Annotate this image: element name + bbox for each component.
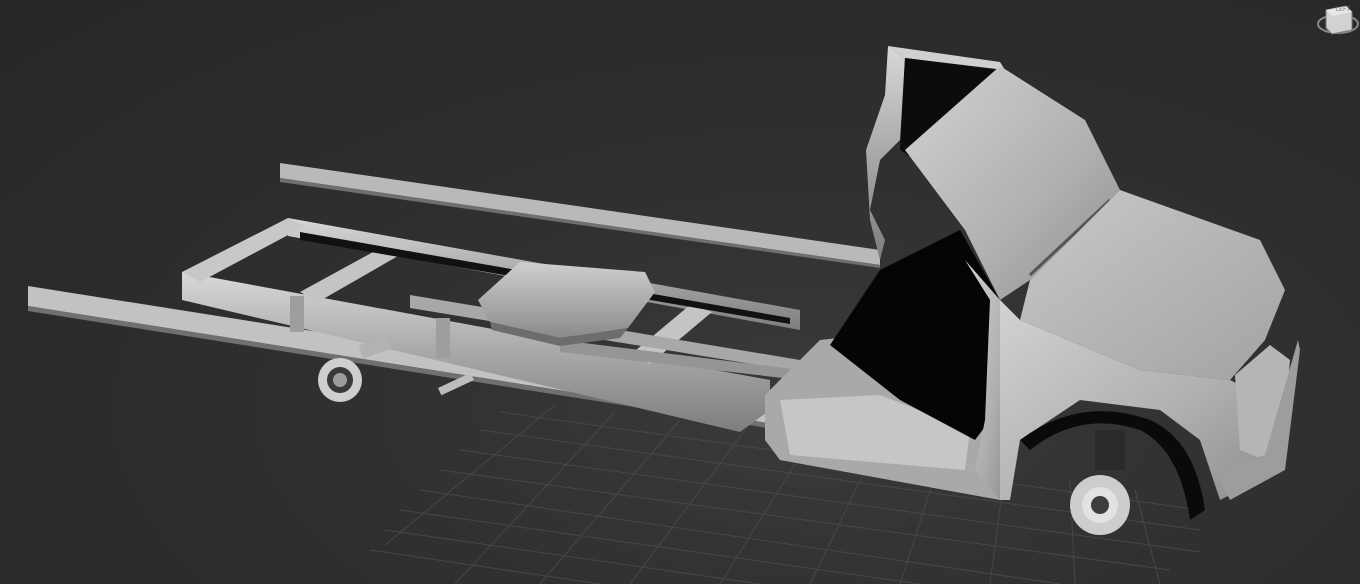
viewport-scene[interactable] <box>0 0 1360 584</box>
side-rail-back[interactable] <box>280 163 880 268</box>
3d-viewport[interactable]: LEFT <box>0 0 1360 584</box>
viewcube[interactable]: LEFT <box>1312 0 1360 40</box>
viewcube-face-label: LEFT <box>1335 6 1350 13</box>
front-wheel-hub[interactable] <box>1070 430 1130 535</box>
cab-body[interactable] <box>765 230 1020 500</box>
